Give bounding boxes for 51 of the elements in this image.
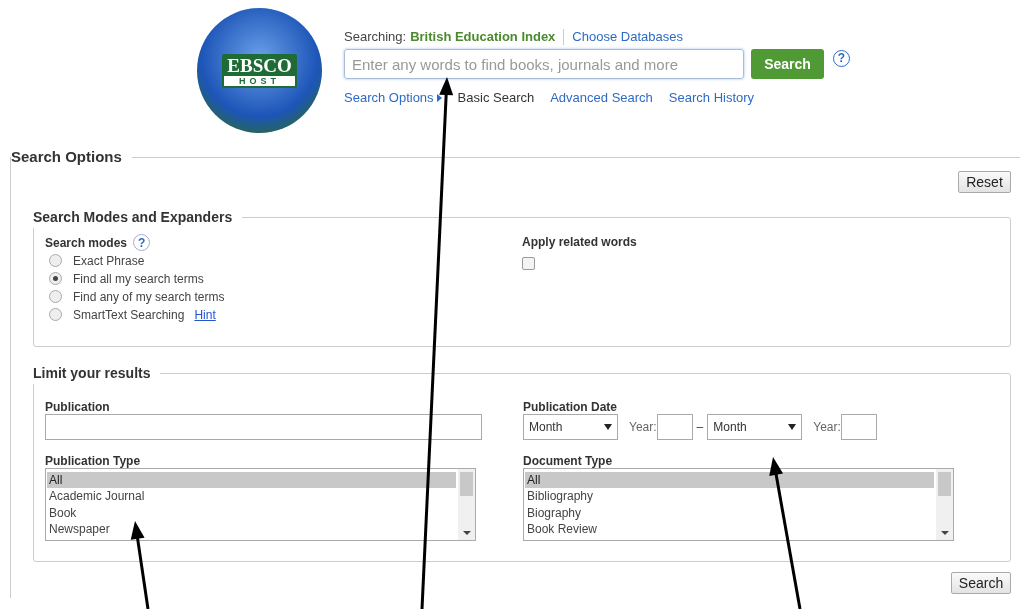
radio-label: Exact Phrase xyxy=(73,252,145,270)
list-box[interactable]: All Academic Journal Book Newspaper xyxy=(45,467,476,541)
field-label: Year: xyxy=(813,418,841,436)
list-option[interactable]: All xyxy=(47,471,456,488)
radio-button[interactable] xyxy=(49,254,62,267)
search-button[interactable]: Search xyxy=(751,49,824,79)
list-option[interactable]: All xyxy=(525,471,934,488)
field-label: Publication Date xyxy=(523,398,618,412)
section-title: Search Modes and Expanders xyxy=(33,207,234,227)
list-option[interactable]: Bibliography xyxy=(525,488,934,505)
list-option[interactable]: Book Review xyxy=(525,521,934,538)
publication-field[interactable] xyxy=(45,413,482,440)
checkbox[interactable] xyxy=(522,256,535,270)
nav-link[interactable]: Advanced Search xyxy=(550,88,653,108)
field-label: Document Type xyxy=(523,452,614,466)
month-dropdown[interactable]: Month xyxy=(707,413,803,440)
field-label: Publication Type xyxy=(45,452,142,466)
nav-link[interactable]: Basic Search xyxy=(457,88,535,108)
section-title: Limit your results xyxy=(33,363,152,383)
field-label: Search modes xyxy=(45,234,128,252)
scrollbar[interactable] xyxy=(936,468,953,540)
search-field[interactable]: Enter any words to find books, journals and more xyxy=(344,49,744,79)
logo-text: HOST xyxy=(224,75,295,86)
field-label: Year: xyxy=(629,418,657,436)
hint-link[interactable]: Hint xyxy=(194,305,216,324)
date-separator: – xyxy=(696,418,704,436)
searching-label: Searching: xyxy=(344,28,407,47)
list-option[interactable]: Academic Journal xyxy=(47,488,456,505)
radio-label: SmartText Searching xyxy=(73,306,185,324)
list-option[interactable]: Book xyxy=(47,504,456,521)
choose-databases-link[interactable]: Choose Databases xyxy=(572,27,683,47)
list-option[interactable]: Newspaper xyxy=(47,521,456,538)
scrollbar[interactable] xyxy=(458,468,475,540)
field-label: Apply related words xyxy=(522,234,638,251)
list-option[interactable]: Biography xyxy=(525,504,934,521)
radio-button[interactable] xyxy=(49,272,62,285)
radio-label: Find all my search terms xyxy=(73,270,204,288)
radio-label: Find any of my search terms xyxy=(73,288,225,306)
nav-link[interactable]: Search History xyxy=(668,88,755,108)
logo-text: EBSCO xyxy=(226,55,293,76)
reset-button[interactable]: Reset xyxy=(958,170,1011,193)
database-name: British Education Index xyxy=(410,28,556,47)
year-field[interactable] xyxy=(656,413,693,440)
list-box[interactable]: All Bibliography Biography Book Review xyxy=(523,467,954,541)
radio-button[interactable] xyxy=(49,308,62,321)
search-button[interactable]: Search xyxy=(951,571,1011,594)
field-label: Publication xyxy=(45,398,111,412)
month-dropdown[interactable]: Month xyxy=(523,413,618,440)
radio-button[interactable] xyxy=(49,290,62,303)
year-field[interactable] xyxy=(840,413,877,440)
section-title: Search Options xyxy=(11,147,123,167)
